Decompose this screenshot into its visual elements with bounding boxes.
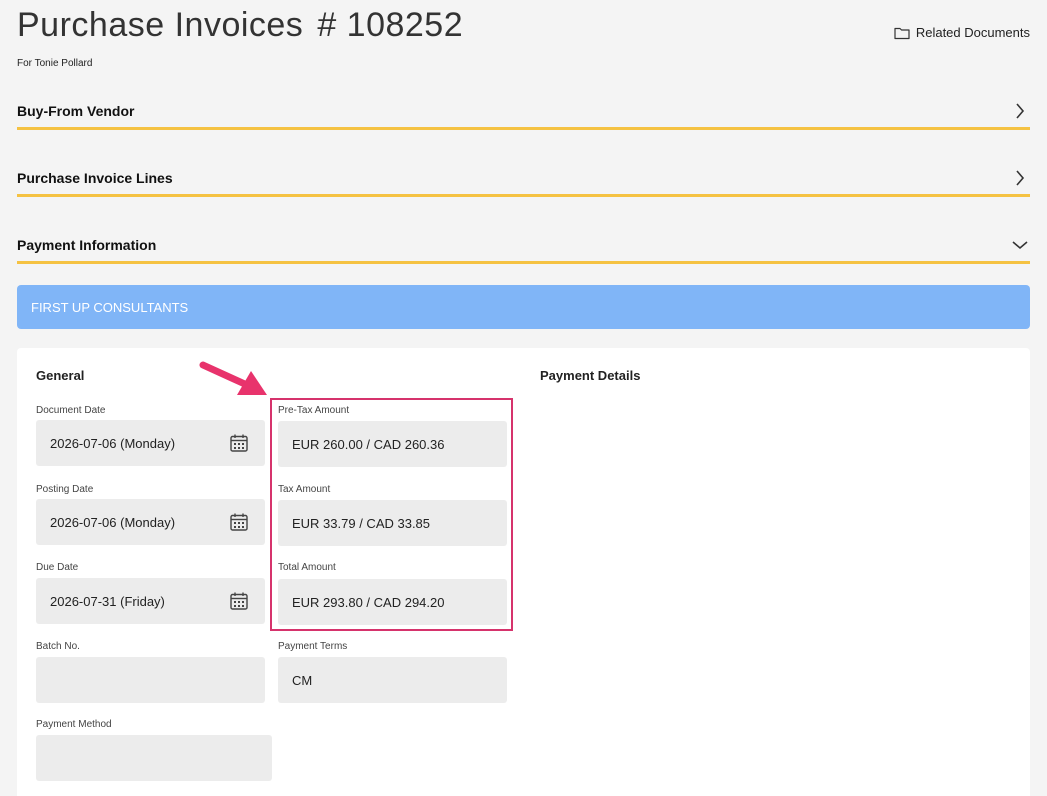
calendar-icon[interactable]: [229, 433, 249, 456]
payment-terms-value: CM: [292, 672, 313, 688]
total-amount-label: Total Amount: [278, 562, 336, 573]
section-label: Payment Information: [17, 237, 157, 253]
section-buy-from-vendor[interactable]: Buy-From Vendor: [17, 95, 1030, 130]
page-title: Purchase Invoices # 108252: [17, 6, 463, 45]
due-date-value: 2026-07-31 (Friday): [50, 593, 165, 609]
posting-date-value: 2026-07-06 (Monday): [50, 514, 176, 530]
batch-no-field[interactable]: [36, 657, 265, 703]
pre-tax-amount-label: Pre-Tax Amount: [278, 405, 350, 416]
total-amount-field[interactable]: EUR 293.80 / CAD 294.20: [278, 579, 507, 625]
related-documents-button[interactable]: Related Documents: [894, 25, 1030, 40]
batch-no-label: Batch No.: [36, 641, 80, 652]
pre-tax-amount-value: EUR 260.00 / CAD 260.36: [292, 436, 445, 452]
due-date-field[interactable]: 2026-07-31 (Friday): [36, 578, 265, 624]
payment-details-title: Payment Details: [540, 368, 641, 383]
due-date-label: Due Date: [36, 562, 79, 573]
general-title: General: [36, 368, 85, 383]
chevron-right-icon: [1010, 101, 1030, 121]
chevron-right-icon: [1010, 168, 1030, 188]
pre-tax-amount-field[interactable]: EUR 260.00 / CAD 260.36: [278, 421, 507, 467]
section-label: Purchase Invoice Lines: [17, 170, 173, 186]
payment-terms-label: Payment Terms: [278, 641, 348, 652]
section-payment-information[interactable]: Payment Information: [17, 229, 1030, 264]
calendar-icon[interactable]: [229, 512, 249, 535]
section-label: Buy-From Vendor: [17, 103, 135, 119]
posting-date-field[interactable]: 2026-07-06 (Monday): [36, 499, 265, 545]
chevron-down-icon: [1010, 235, 1030, 255]
total-amount-value: EUR 293.80 / CAD 294.20: [292, 594, 445, 610]
tax-amount-field[interactable]: EUR 33.79 / CAD 33.85: [278, 500, 507, 546]
document-date-label: Document Date: [36, 405, 106, 416]
payment-method-field[interactable]: [36, 735, 272, 781]
vendor-banner: FIRST UP CONSULTANTS: [17, 285, 1030, 329]
payment-method-label: Payment Method: [36, 719, 112, 730]
payment-terms-field[interactable]: CM: [278, 657, 507, 703]
folder-icon: [894, 26, 910, 40]
tax-amount-label: Tax Amount: [278, 484, 331, 495]
payment-information-card: [17, 348, 1030, 796]
tax-amount-value: EUR 33.79 / CAD 33.85: [292, 515, 431, 531]
page-title-text: Purchase Invoices: [17, 6, 304, 44]
page-subtitle: For Tonie Pollard: [17, 58, 93, 69]
invoice-number: # 108252: [317, 6, 464, 44]
calendar-icon[interactable]: [229, 591, 249, 614]
pointer-arrow-icon: [199, 361, 267, 395]
related-documents-label: Related Documents: [915, 25, 1030, 40]
document-date-value: 2026-07-06 (Monday): [50, 435, 176, 451]
section-purchase-invoice-lines[interactable]: Purchase Invoice Lines: [17, 162, 1030, 197]
posting-date-label: Posting Date: [36, 484, 94, 495]
document-date-field[interactable]: 2026-07-06 (Monday): [36, 420, 265, 466]
vendor-name: FIRST UP CONSULTANTS: [31, 299, 189, 315]
